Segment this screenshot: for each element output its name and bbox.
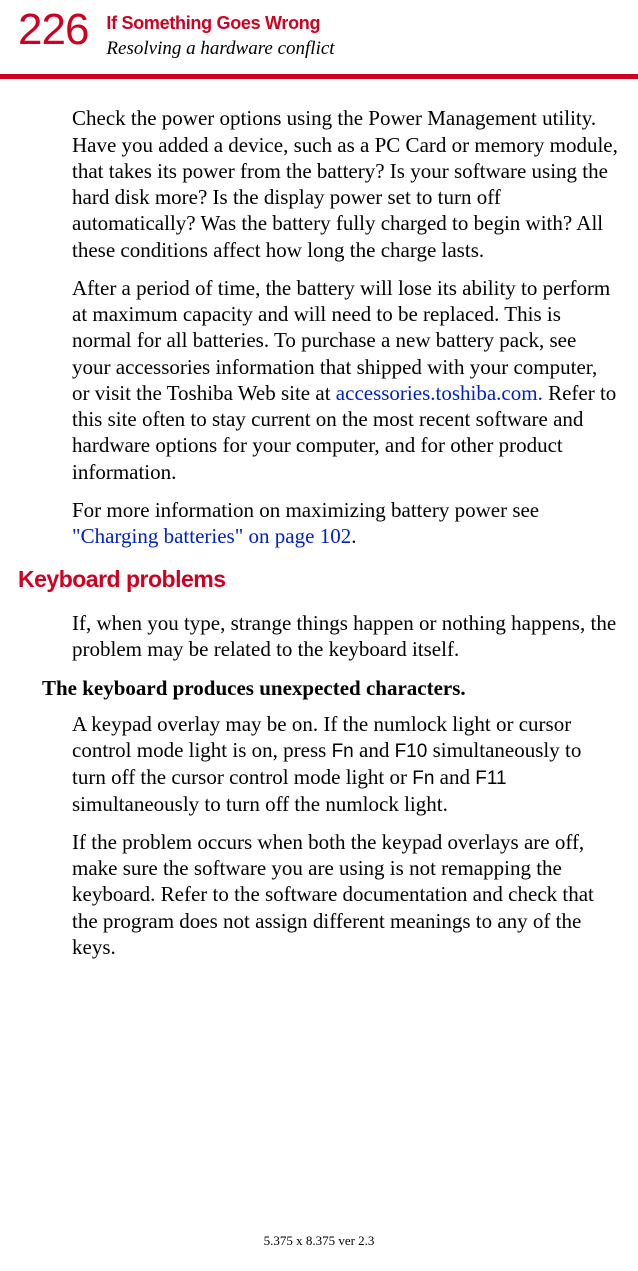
link-accessories[interactable]: accessories.toshiba.com. (336, 381, 543, 405)
header-titles: If Something Goes Wrong Resolving a hard… (106, 8, 334, 60)
paragraph: Check the power options using the Power … (72, 105, 618, 263)
key-f10: F10 (395, 741, 428, 762)
paragraph: After a period of time, the battery will… (72, 275, 618, 485)
text-run: . (351, 524, 356, 548)
key-fn: Fn (332, 741, 354, 762)
key-fn: Fn (412, 768, 434, 789)
text-run: and (354, 738, 395, 762)
chapter-title: If Something Goes Wrong (106, 12, 334, 35)
page-footer: 5.375 x 8.375 ver 2.3 (0, 1233, 638, 1249)
page-header: 226 If Something Goes Wrong Resolving a … (0, 0, 638, 60)
paragraph: If the problem occurs when both the keyp… (72, 829, 618, 960)
section-subtitle: Resolving a hardware conflict (106, 37, 334, 61)
page-number: 226 (18, 8, 88, 52)
page-content: Check the power options using the Power … (0, 79, 638, 960)
sub-heading: The keyboard produces unexpected charact… (42, 675, 618, 701)
paragraph: A keypad overlay may be on. If the numlo… (72, 711, 618, 817)
text-run: and (434, 765, 475, 789)
text-run: For more information on maximizing batte… (72, 498, 539, 522)
paragraph: For more information on maximizing batte… (72, 497, 618, 550)
link-charging-batteries[interactable]: "Charging batteries" on page 102 (72, 524, 351, 548)
key-f11: F11 (475, 768, 506, 789)
paragraph: If, when you type, strange things happen… (72, 610, 618, 663)
text-run: simultaneously to turn off the numlock l… (72, 792, 448, 816)
section-heading-keyboard: Keyboard problems (18, 565, 618, 594)
